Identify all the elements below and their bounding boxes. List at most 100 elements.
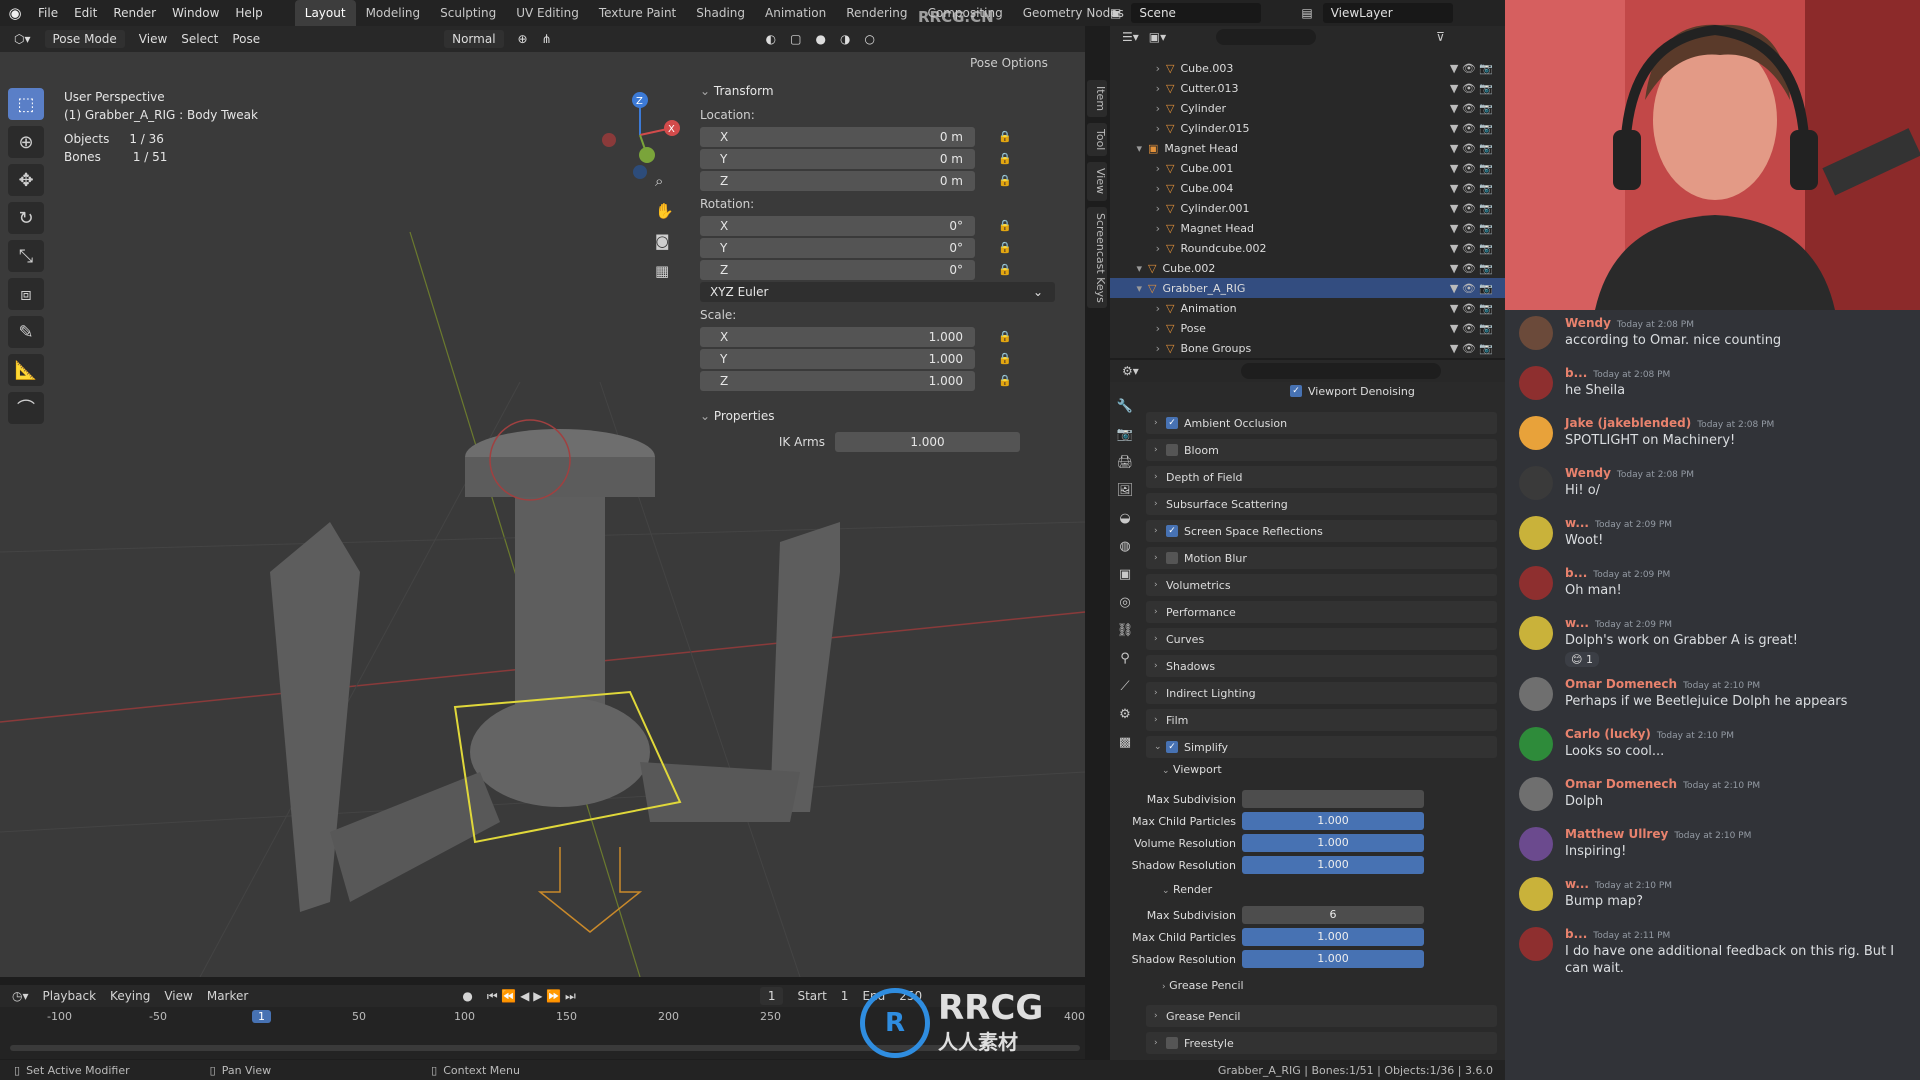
viewport-denoising-row[interactable]: ✓ Viewport Denoising: [1110, 382, 1505, 400]
shading-render-icon[interactable]: ○: [864, 32, 874, 46]
expand-arrow-icon[interactable]: ▾: [1110, 262, 1148, 275]
panel-checkbox[interactable]: ✓: [1166, 525, 1178, 537]
lock-icon[interactable]: 🔒: [993, 263, 1017, 276]
field-value[interactable]: 6: [1242, 906, 1424, 924]
lock-icon[interactable]: 🔒: [993, 330, 1017, 343]
blender-logo-icon[interactable]: ◉: [0, 0, 30, 26]
render-panel-indirect-lighting[interactable]: › Indirect Lighting: [1146, 682, 1497, 704]
pose-options-button[interactable]: Pose Options: [970, 56, 1048, 70]
lock-icon[interactable]: 🔒: [993, 241, 1017, 254]
expand-arrow-icon[interactable]: ›: [1110, 342, 1166, 355]
avatar[interactable]: [1519, 727, 1553, 761]
freestyle-panel[interactable]: › Freestyle: [1146, 1032, 1497, 1054]
render-panel-bloom[interactable]: › Bloom: [1146, 439, 1497, 461]
rotation-mode-dropdown[interactable]: XYZ Euler ⌄: [700, 281, 1055, 302]
lock-icon[interactable]: 🔒: [993, 374, 1017, 387]
outliner-row[interactable]: › ▽ Cylinder.015 ▼ 👁 📷: [1110, 118, 1505, 138]
timeline-editor-icon[interactable]: ◷▾: [12, 989, 29, 1003]
pivot-icon[interactable]: ⊕: [518, 32, 528, 46]
field-value[interactable]: 1.000: [1242, 812, 1424, 830]
annotate-icon[interactable]: ✎: [8, 316, 44, 348]
outliner-row[interactable]: › ▽ Cube.003 ▼ 👁 📷: [1110, 58, 1505, 78]
visibility-icons[interactable]: ▼ 👁 📷: [1450, 342, 1493, 355]
expand-arrow-icon[interactable]: ›: [1110, 302, 1166, 315]
texture-tab-icon[interactable]: ▩: [1114, 732, 1136, 752]
visibility-icons[interactable]: ▼ 👁 📷: [1450, 242, 1493, 255]
navigation-gizmo[interactable]: Z X: [595, 90, 685, 180]
expand-arrow-icon[interactable]: ›: [1110, 82, 1166, 95]
properties-panel-header[interactable]: ⌄ Properties: [700, 405, 1070, 427]
simplify-viewport-subpanel[interactable]: ⌄ Viewport: [1162, 763, 1505, 781]
menu-help[interactable]: Help: [227, 0, 270, 26]
menu-file[interactable]: File: [30, 0, 66, 26]
avatar[interactable]: [1519, 616, 1553, 650]
tool-tab-icon[interactable]: 🔧: [1114, 396, 1136, 416]
render-panel-film[interactable]: › Film: [1146, 709, 1497, 731]
message-author[interactable]: Carlo (lucky): [1565, 727, 1651, 741]
outliner-search-input[interactable]: [1216, 29, 1317, 45]
camera-icon[interactable]: ◙: [655, 232, 674, 250]
transform-panel-header[interactable]: ⌄ Transform: [700, 80, 1070, 102]
ik-arms-field[interactable]: 1.000: [835, 431, 1020, 452]
bone-tab-icon[interactable]: ⟋: [1114, 676, 1136, 696]
menu-edit[interactable]: Edit: [66, 0, 105, 26]
object-tab-icon[interactable]: ▣: [1114, 564, 1136, 584]
current-frame-marker[interactable]: 1: [252, 1010, 271, 1023]
visibility-icons[interactable]: ▼ 👁 📷: [1450, 122, 1493, 135]
visibility-icons[interactable]: ▼ 👁 📷: [1450, 222, 1493, 235]
expand-arrow-icon[interactable]: ▾: [1110, 142, 1148, 155]
measure-icon[interactable]: 📐: [8, 354, 44, 386]
expand-arrow-icon[interactable]: ›: [1110, 62, 1166, 75]
expand-arrow-icon[interactable]: ›: [1110, 202, 1166, 215]
physics-tab-icon[interactable]: ◎: [1114, 592, 1136, 612]
render-panel-curves[interactable]: › Curves: [1146, 628, 1497, 650]
avatar[interactable]: [1519, 777, 1553, 811]
location-y-field[interactable]: Y 0 m: [700, 148, 975, 169]
scene-tab-icon[interactable]: ◒: [1114, 508, 1136, 528]
field-value[interactable]: 1.000: [1242, 834, 1424, 852]
panel-checkbox[interactable]: [1166, 552, 1178, 564]
outliner-row[interactable]: › ▽ Roundcube.002 ▼ 👁 📷: [1110, 238, 1505, 258]
expand-arrow-icon[interactable]: ›: [1110, 122, 1166, 135]
output-tab-icon[interactable]: 🖨: [1114, 452, 1136, 472]
expand-arrow-icon[interactable]: ›: [1110, 102, 1166, 115]
grease-pencil-panel[interactable]: › Grease Pencil: [1146, 1005, 1497, 1027]
xray-icon[interactable]: ▢: [790, 32, 801, 46]
lock-icon[interactable]: 🔒: [993, 174, 1017, 187]
rotation-y-field[interactable]: Y 0°: [700, 237, 975, 258]
visibility-icons[interactable]: ▼ 👁 📷: [1450, 102, 1493, 115]
avatar[interactable]: [1519, 516, 1553, 550]
start-field[interactable]: 1: [841, 989, 849, 1003]
shading-solid-icon[interactable]: ●: [815, 32, 825, 46]
field-value[interactable]: 1.000: [1242, 856, 1424, 874]
playback-controls[interactable]: ⏮ ⏪ ◀ ▶ ⏩ ⏭: [487, 989, 576, 1004]
lock-icon[interactable]: 🔒: [993, 219, 1017, 232]
bone-size-icon[interactable]: ⌒: [8, 392, 44, 424]
timeline-menu-keying[interactable]: Keying: [110, 989, 150, 1003]
message-author[interactable]: w...: [1565, 877, 1589, 891]
orientation-dropdown[interactable]: Normal: [444, 30, 504, 48]
simplify-render-subpanel[interactable]: ⌄ Render: [1162, 883, 1505, 905]
menu-render[interactable]: Render: [105, 0, 164, 26]
world-tab-icon[interactable]: ◍: [1114, 536, 1136, 556]
outliner-row[interactable]: › ▽ Cylinder.001 ▼ 👁 📷: [1110, 198, 1505, 218]
properties-editor-icon[interactable]: ⚙▾: [1122, 364, 1139, 378]
message-author[interactable]: Omar Domenech: [1565, 677, 1677, 691]
outliner-row[interactable]: › ▽ Bone Groups ▼ 👁 📷: [1110, 338, 1505, 358]
message-author[interactable]: b...: [1565, 566, 1587, 580]
avatar[interactable]: [1519, 366, 1553, 400]
outliner-display-icon[interactable]: ▣▾: [1149, 30, 1166, 44]
avatar[interactable]: [1519, 416, 1553, 450]
visibility-icons[interactable]: ▼ 👁 📷: [1450, 62, 1493, 75]
panel-checkbox[interactable]: ✓: [1166, 417, 1178, 429]
render-panel-depth-of-field[interactable]: › Depth of Field: [1146, 466, 1497, 488]
outliner-editor-icon[interactable]: ☰▾: [1122, 30, 1139, 44]
expand-arrow-icon[interactable]: ›: [1110, 222, 1166, 235]
workspace-tab[interactable]: Shading: [686, 0, 755, 26]
location-z-field[interactable]: Z 0 m: [700, 170, 975, 191]
visibility-icons[interactable]: ▼ 👁 📷: [1450, 282, 1493, 295]
visibility-icons[interactable]: ▼ 👁 📷: [1450, 322, 1493, 335]
render-panel-motion-blur[interactable]: › Motion Blur: [1146, 547, 1497, 569]
message-author[interactable]: w...: [1565, 616, 1589, 630]
visibility-icons[interactable]: ▼ 👁 📷: [1450, 302, 1493, 315]
